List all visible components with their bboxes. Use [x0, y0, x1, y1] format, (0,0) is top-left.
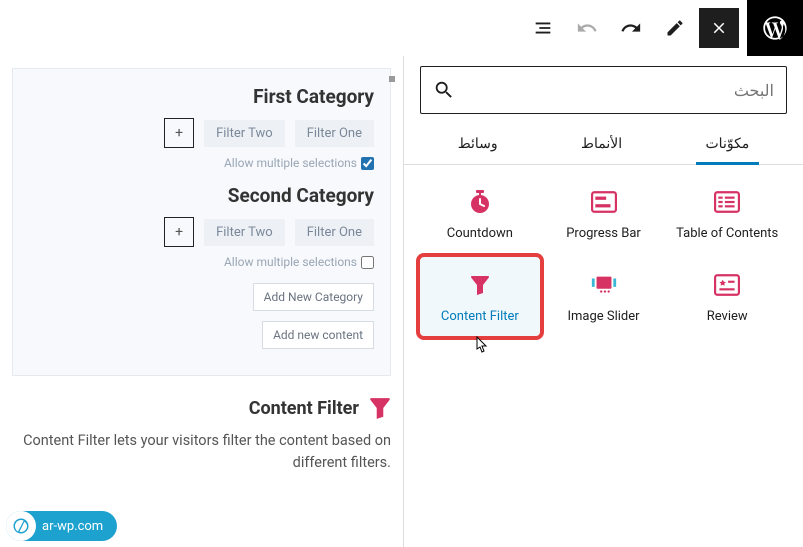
close-button[interactable]	[699, 8, 739, 48]
doc-outline-icon[interactable]	[523, 4, 563, 52]
review-icon	[713, 271, 741, 299]
partial-row: Button (Improved) Tabbed Content Star Ra…	[420, 165, 787, 174]
add-content-button[interactable]: Add new content	[262, 321, 374, 349]
editor-preview: First Category + Filter Two Filter One A…	[0, 56, 403, 547]
filter-chip[interactable]: Filter Two	[204, 219, 285, 246]
search-input[interactable]	[455, 81, 774, 100]
block-label: Table of Contents	[676, 226, 778, 241]
search-icon	[433, 79, 455, 101]
block-button-improved-label: Button (Improved)	[665, 165, 787, 174]
blocks-scroll-area[interactable]: Button (Improved) Tabbed Content Star Ra…	[404, 165, 803, 547]
allow-label: Allow multiple selections	[224, 255, 357, 269]
undo-icon[interactable]	[567, 4, 607, 52]
add-filter-button[interactable]: +	[164, 118, 194, 148]
block-star-rating-label: Star Rating	[420, 165, 542, 174]
block-label: Progress Bar	[566, 226, 641, 241]
watermark-badge: ar-wp.com	[6, 511, 117, 541]
block-countdown[interactable]: Countdown	[420, 174, 540, 253]
block-label: Content Filter	[441, 309, 519, 324]
allow-multiple-row: Allow multiple selections	[29, 255, 374, 269]
block-progress-bar[interactable]: Progress Bar	[544, 174, 664, 253]
tab-blocks[interactable]: مكوّنات	[696, 124, 760, 164]
top-toolbar	[0, 0, 803, 56]
progress-icon	[590, 188, 618, 216]
countdown-icon	[466, 188, 494, 216]
allow-multiple-checkbox[interactable]	[361, 256, 374, 269]
block-content-filter[interactable]: Content Filter	[420, 257, 540, 336]
filter-chip[interactable]: Filter Two	[204, 120, 285, 147]
cat2-title: Second Category	[29, 184, 374, 207]
block-image-slider[interactable]: Image Slider	[544, 257, 664, 336]
block-preview-panel: First Category + Filter Two Filter One A…	[12, 68, 391, 376]
block-description: Content Filter Content Filter lets your …	[12, 396, 391, 474]
allow-multiple-row: Allow multiple selections	[29, 156, 374, 170]
allow-label: Allow multiple selections	[224, 156, 357, 170]
filter-icon	[369, 396, 391, 420]
scroll-thumb[interactable]	[389, 76, 395, 82]
tab-patterns[interactable]: الأنماط	[571, 124, 632, 164]
desc-title: Content Filter	[249, 398, 359, 419]
inserter-tabs: مكوّنات الأنماط وسائط	[404, 124, 803, 165]
cursor-icon	[471, 336, 489, 362]
block-inserter-panel: مكوّنات الأنماط وسائط Button (Improved) …	[403, 56, 803, 547]
allow-multiple-checkbox[interactable]	[361, 157, 374, 170]
filter-chip[interactable]: Filter One	[295, 219, 374, 246]
block-label: Review	[707, 309, 748, 324]
edit-icon[interactable]	[655, 4, 695, 52]
search-input-wrap[interactable]	[420, 66, 787, 114]
filter-icon	[466, 271, 494, 299]
add-category-button[interactable]: Add New Category	[253, 283, 374, 311]
block-review[interactable]: Review	[667, 257, 787, 336]
block-label: Image Slider	[567, 309, 639, 324]
toc-icon	[713, 188, 741, 216]
redo-icon[interactable]	[611, 4, 651, 52]
block-label: Countdown	[447, 226, 513, 241]
block-table-of-contents[interactable]: Table of Contents	[667, 174, 787, 253]
filter-chip[interactable]: Filter One	[295, 120, 374, 147]
watermark-text: ar-wp.com	[42, 519, 103, 534]
block-tabbed-content-label: Tabbed Content	[542, 165, 664, 174]
wordpress-logo[interactable]	[747, 0, 803, 56]
desc-text: Content Filter lets your visitors filter…	[12, 430, 391, 474]
cat1-title: First Category	[29, 85, 374, 108]
slider-icon	[590, 271, 618, 299]
watermark-icon	[6, 511, 36, 541]
add-filter-button[interactable]: +	[164, 217, 194, 247]
tab-media[interactable]: وسائط	[448, 124, 508, 164]
